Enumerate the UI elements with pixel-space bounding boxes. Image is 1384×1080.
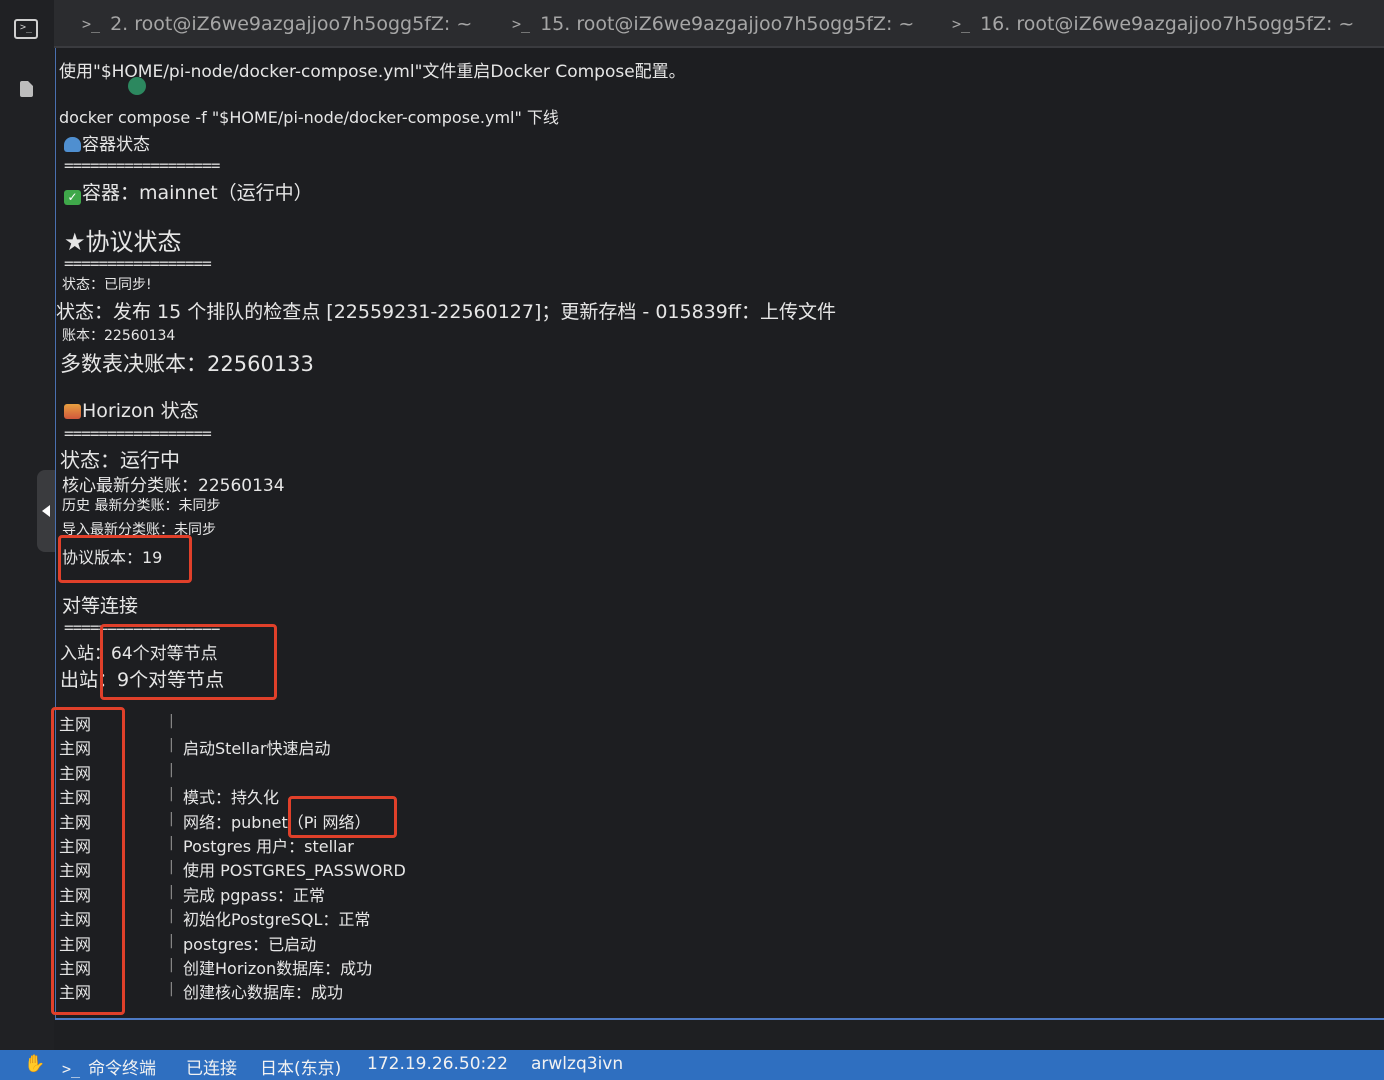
protocol-status-title: ★协议状态: [64, 228, 182, 256]
log-bar: |: [169, 933, 174, 949]
status-bar: ✋ >_ 命令终端 已连接 日本(东京) 172.19.26.50:22 arwl…: [0, 1050, 1384, 1080]
horizon-status: 状态：运行中: [60, 448, 180, 472]
container-status-title: 容器状态: [64, 130, 150, 155]
separator: =================: [64, 424, 212, 443]
prompt-icon: >_: [952, 15, 971, 33]
connection-status: 已连接: [186, 1059, 237, 1079]
history-latest-ledger: 历史 最新分类账：未同步: [62, 498, 221, 514]
core-latest-ledger: 核心最新分类账：22560134: [62, 476, 285, 496]
log-bar: |: [169, 811, 174, 827]
status-synced: 状态：已同步!: [62, 277, 152, 293]
peers-title: 对等连接: [62, 595, 139, 617]
log-bar: |: [169, 762, 174, 778]
region: 日本(东京): [260, 1059, 342, 1079]
log-message: postgres：已启动: [183, 935, 317, 954]
container-line: ✓ 容器：mainnet（运行中）: [64, 178, 313, 205]
log-bar: |: [169, 859, 174, 875]
log-message: 启动Stellar快速启动: [183, 739, 331, 758]
separator: =================: [64, 254, 212, 273]
highlight-box: [51, 707, 125, 1015]
tab-bar: >_ 2. root@iZ6we9azgajjoo7h5ogg5fZ: ~ >_…: [54, 0, 1384, 48]
sunset-icon: [64, 404, 81, 419]
collapse-sidebar-button[interactable]: [37, 470, 55, 552]
file-icon[interactable]: [13, 76, 39, 102]
whale-icon: [64, 137, 81, 152]
log-bar: |: [169, 981, 174, 997]
log-message: 初始化PostgreSQL：正常: [183, 910, 371, 929]
log-message: 创建核心数据库：成功: [183, 983, 344, 1002]
highlight-box: [100, 624, 277, 700]
output-line: docker compose -f "$HOME/pi-node/docker-…: [59, 108, 559, 127]
chevron-left-icon: [42, 505, 50, 517]
log-bar: |: [169, 737, 174, 753]
terminal-icon[interactable]: >_: [13, 16, 39, 42]
log-bar: |: [169, 884, 174, 900]
tab-label: 16. root@iZ6we9azgajjoo7h5ogg5fZ: ~: [980, 13, 1355, 35]
horizon-status-title: Horizon 状态: [64, 396, 199, 423]
output-line: 使用"$HOME/pi-node/docker-compose.yml"文件重启…: [59, 62, 686, 82]
hostname: arwlzq3ivn: [531, 1054, 624, 1074]
tab-session-2[interactable]: >_ 2. root@iZ6we9azgajjoo7h5ogg5fZ: ~: [82, 0, 472, 48]
tab-session-15[interactable]: >_ 15. root@iZ6we9azgajjoo7h5ogg5fZ: ~: [512, 0, 914, 48]
log-message: 创建Horizon数据库：成功: [183, 959, 373, 978]
terminal-mode[interactable]: >_ 命令终端: [62, 1054, 156, 1079]
log-message: 使用 POSTGRES_PASSWORD: [183, 861, 406, 880]
ip-address: 172.19.26.50:22: [367, 1054, 508, 1074]
log-message: 完成 pgpass：正常: [183, 886, 326, 905]
quorum-ledger: 多数表决账本：22560133: [60, 352, 314, 376]
log-message: 模式：持久化: [183, 788, 280, 807]
separator: ==================: [64, 156, 220, 175]
log-bar: |: [169, 908, 174, 924]
ledger: 账本：22560134: [62, 328, 176, 344]
terminal-border: [55, 1018, 1384, 1020]
log-bar: |: [169, 786, 174, 802]
log-bar: |: [169, 713, 174, 729]
check-icon: ✓: [64, 190, 81, 205]
tab-label: 15. root@iZ6we9azgajjoo7h5ogg5fZ: ~: [540, 13, 915, 35]
prompt-icon: >_: [82, 15, 101, 33]
prompt-icon: >_: [512, 15, 531, 33]
activity-bar: >_: [0, 0, 55, 1050]
log-bar: |: [169, 835, 174, 851]
terminal-output[interactable]: 使用"$HOME/pi-node/docker-compose.yml"文件重启…: [51, 48, 1384, 1018]
tab-session-16[interactable]: >_ 16. root@iZ6we9azgajjoo7h5ogg5fZ: ~: [952, 0, 1354, 48]
status-publish: 状态：发布 15 个排队的检查点 [22559231-22560127]；更新存…: [56, 301, 836, 323]
log-bar: |: [169, 957, 174, 973]
tab-label: 2. root@iZ6we9azgajjoo7h5ogg5fZ: ~: [110, 13, 473, 35]
prompt-icon: >_: [62, 1060, 81, 1078]
hand-icon[interactable]: ✋: [24, 1054, 45, 1074]
highlight-box: [58, 535, 192, 583]
highlight-box: [288, 796, 397, 838]
